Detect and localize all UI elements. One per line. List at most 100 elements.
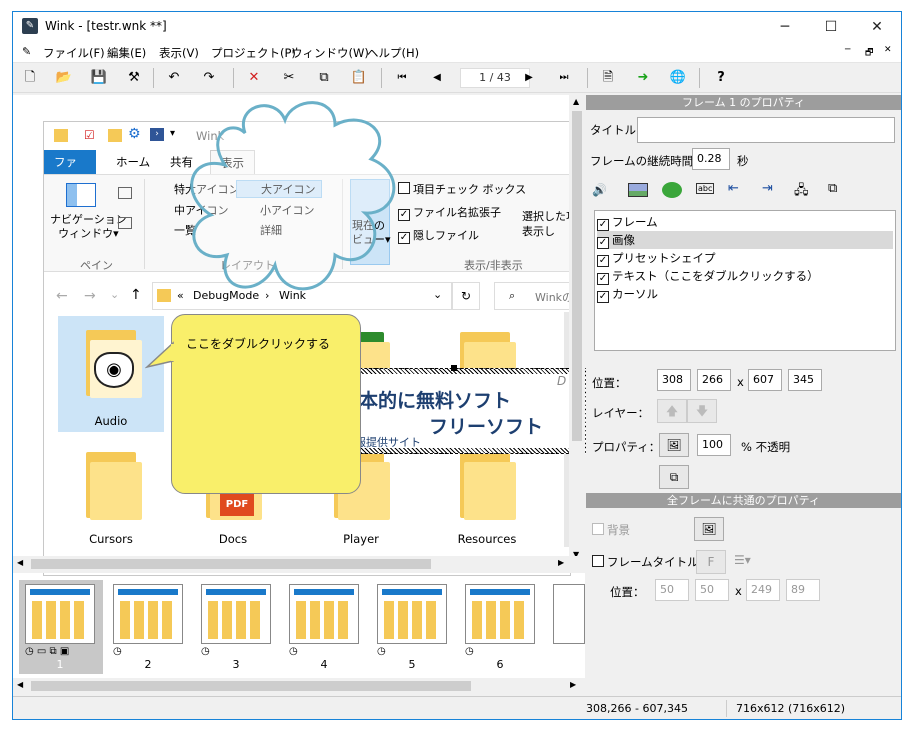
common-pos-label: 位置： xyxy=(610,585,645,599)
menu-edit[interactable]: 編集(E) xyxy=(107,45,146,61)
cut-icon[interactable]: ✂ xyxy=(278,67,300,89)
add-group-icon[interactable]: ⧉ xyxy=(828,181,837,196)
frame-title-checkbox[interactable]: フレームタイトル xyxy=(592,554,699,570)
add-button-left-icon[interactable]: ⇤ xyxy=(728,181,739,196)
frame-thumbnail[interactable] xyxy=(113,584,183,644)
thumbnail-number: 4 xyxy=(320,658,328,671)
copy-icon[interactable]: ⧉ xyxy=(313,67,335,89)
checkbox-icon[interactable]: ✓ xyxy=(597,237,609,249)
pos-y-input[interactable]: 266 xyxy=(697,369,731,391)
help-icon[interactable]: ? xyxy=(710,67,732,89)
layer-item-frame[interactable]: ✓ フレーム xyxy=(597,213,893,231)
frame-thumbnail[interactable] xyxy=(465,584,535,644)
layer-list[interactable]: ✓ フレーム ✓ 画像 ✓ プリセットシェイプ ✓ テキスト（ここをダブルクリックする）… xyxy=(594,210,896,351)
minimize-button[interactable]: ─ xyxy=(762,12,808,42)
layer-down-button[interactable]: 🡇 xyxy=(687,399,717,423)
image-props-button[interactable]: 🖼 xyxy=(659,433,689,457)
scroll-up-arrow[interactable]: ▲ xyxy=(573,97,579,106)
checkbox-icon[interactable]: ✓ xyxy=(597,255,609,267)
mdi-close-button[interactable]: ✕ xyxy=(884,45,892,55)
callout-shape[interactable]: ここをダブルクリックする xyxy=(171,314,361,494)
delete-icon[interactable]: ✕ xyxy=(243,67,265,89)
font-button[interactable]: F xyxy=(696,550,726,574)
thumbnail-timer-icon: ◷ xyxy=(201,646,210,657)
checkbox-icon[interactable] xyxy=(592,555,604,567)
scroll-left-arrow[interactable]: ◀ xyxy=(17,558,23,567)
add-link-icon[interactable]: 🖧 xyxy=(794,181,809,203)
duration-input[interactable]: 0.28 xyxy=(692,148,730,170)
frame-canvas[interactable]: ☑ ⚙ › ▾ Wink ファイル ホーム 共有 表示 ナビゲーション ウィンド… xyxy=(13,95,589,576)
render-doc-icon[interactable]: 🗎 xyxy=(597,67,619,89)
redo-icon[interactable]: ↷ xyxy=(198,67,220,89)
add-image-icon[interactable] xyxy=(628,183,648,197)
frame-title-input[interactable] xyxy=(637,117,895,143)
menu-help[interactable]: ヘルプ(H) xyxy=(367,45,419,61)
canvas-horizontal-scrollbar[interactable]: ◀ ▶ xyxy=(13,556,585,573)
common-pos-y-input[interactable]: 50 xyxy=(695,579,729,601)
frame-thumbnail[interactable] xyxy=(553,584,585,644)
pos-w-input[interactable]: 607 xyxy=(748,369,782,391)
layer-item-image[interactable]: ✓ 画像 xyxy=(597,231,893,249)
layer-up-button[interactable]: 🡅 xyxy=(657,399,687,423)
menu-file[interactable]: ファイル(F) xyxy=(43,45,105,61)
add-sound-icon[interactable]: 🔊 xyxy=(592,183,607,197)
align-dropdown[interactable]: ☰▾ xyxy=(734,553,751,567)
frame-thumbnail[interactable] xyxy=(289,584,359,644)
thumbnail-scrollbar[interactable]: ◀ ▶ xyxy=(13,678,585,695)
new-icon[interactable]: 🗋 xyxy=(19,67,41,89)
scroll-thumb[interactable] xyxy=(31,681,471,691)
save-icon[interactable]: 💾 xyxy=(88,67,110,89)
add-shape-icon[interactable] xyxy=(662,182,682,198)
add-text-icon[interactable]: abc xyxy=(696,183,715,194)
common-pos-x-input[interactable]: 50 xyxy=(655,579,689,601)
next-frame-icon[interactable]: ▶ xyxy=(518,67,540,89)
open-folder-icon[interactable]: 📂 xyxy=(53,67,75,89)
menu-project[interactable]: プロジェクト(P) xyxy=(211,45,296,61)
background-checkbox[interactable]: 背景 xyxy=(592,522,630,538)
opacity-input[interactable]: 100 xyxy=(697,434,731,456)
canvas-vertical-scrollbar[interactable]: ▲ ▼ xyxy=(569,95,585,566)
mdi-restore-button[interactable]: 🗗 xyxy=(865,45,873,61)
background-image-button[interactable]: 🖼 xyxy=(694,517,724,541)
check-item-boxes: 項目チェック ボックス xyxy=(398,181,526,197)
resize-handle[interactable] xyxy=(451,365,457,371)
paste-icon[interactable]: 📋 xyxy=(348,67,370,89)
prev-frame-icon[interactable]: ◀ xyxy=(426,67,448,89)
app-icon: ✎ xyxy=(22,18,38,34)
cloud-shape[interactable] xyxy=(175,95,407,305)
forward-arrow-icon[interactable]: ➜ xyxy=(632,67,654,89)
checkbox-icon[interactable]: ✓ xyxy=(597,219,609,231)
menu-window[interactable]: ウィンドウ(W) xyxy=(291,45,369,61)
scroll-thumb[interactable] xyxy=(31,559,431,569)
frame-thumbnail[interactable] xyxy=(377,584,447,644)
common-pos-w-input[interactable]: 249 xyxy=(746,579,780,601)
pos-x-input[interactable]: 308 xyxy=(657,369,691,391)
layer-item-cursor[interactable]: ✓ カーソル xyxy=(597,285,893,303)
close-button[interactable]: ✕ xyxy=(854,12,900,42)
scroll-right-arrow[interactable]: ▶ xyxy=(570,680,576,689)
last-frame-icon[interactable]: ⏭ xyxy=(553,67,575,89)
undo-icon[interactable]: ↶ xyxy=(163,67,185,89)
scroll-right-arrow[interactable]: ▶ xyxy=(558,558,564,567)
common-pos-h-input[interactable]: 89 xyxy=(786,579,820,601)
scroll-left-arrow[interactable]: ◀ xyxy=(17,680,23,689)
pdf-icon: PDF xyxy=(220,494,254,516)
first-frame-icon[interactable]: ⏮ xyxy=(391,67,413,89)
scroll-thumb[interactable] xyxy=(572,111,582,441)
checkbox-icon[interactable] xyxy=(592,523,604,535)
layer-item-shape[interactable]: ✓ プリセットシェイプ xyxy=(597,249,893,267)
layer-item-text[interactable]: ✓ テキスト（ここをダブルクリックする） xyxy=(597,267,893,285)
frame-thumbnail[interactable] xyxy=(25,584,95,644)
browser-icon[interactable]: 🌐 xyxy=(667,67,689,89)
callout-text: ここをダブルクリックする xyxy=(186,337,331,351)
shape-props-button[interactable]: ⧉ xyxy=(659,465,689,489)
pos-h-input[interactable]: 345 xyxy=(788,369,822,391)
checkbox-icon[interactable]: ✓ xyxy=(597,291,609,303)
menu-view[interactable]: 表示(V) xyxy=(159,45,199,61)
mdi-minimize-button[interactable]: ─ xyxy=(845,45,850,55)
add-button-right-icon[interactable]: ⇥ xyxy=(762,181,773,196)
maximize-button[interactable]: ☐ xyxy=(808,12,854,42)
frame-thumbnail[interactable] xyxy=(201,584,271,644)
render-icon[interactable]: ⚒ xyxy=(123,67,145,89)
checkbox-icon[interactable]: ✓ xyxy=(597,273,609,285)
